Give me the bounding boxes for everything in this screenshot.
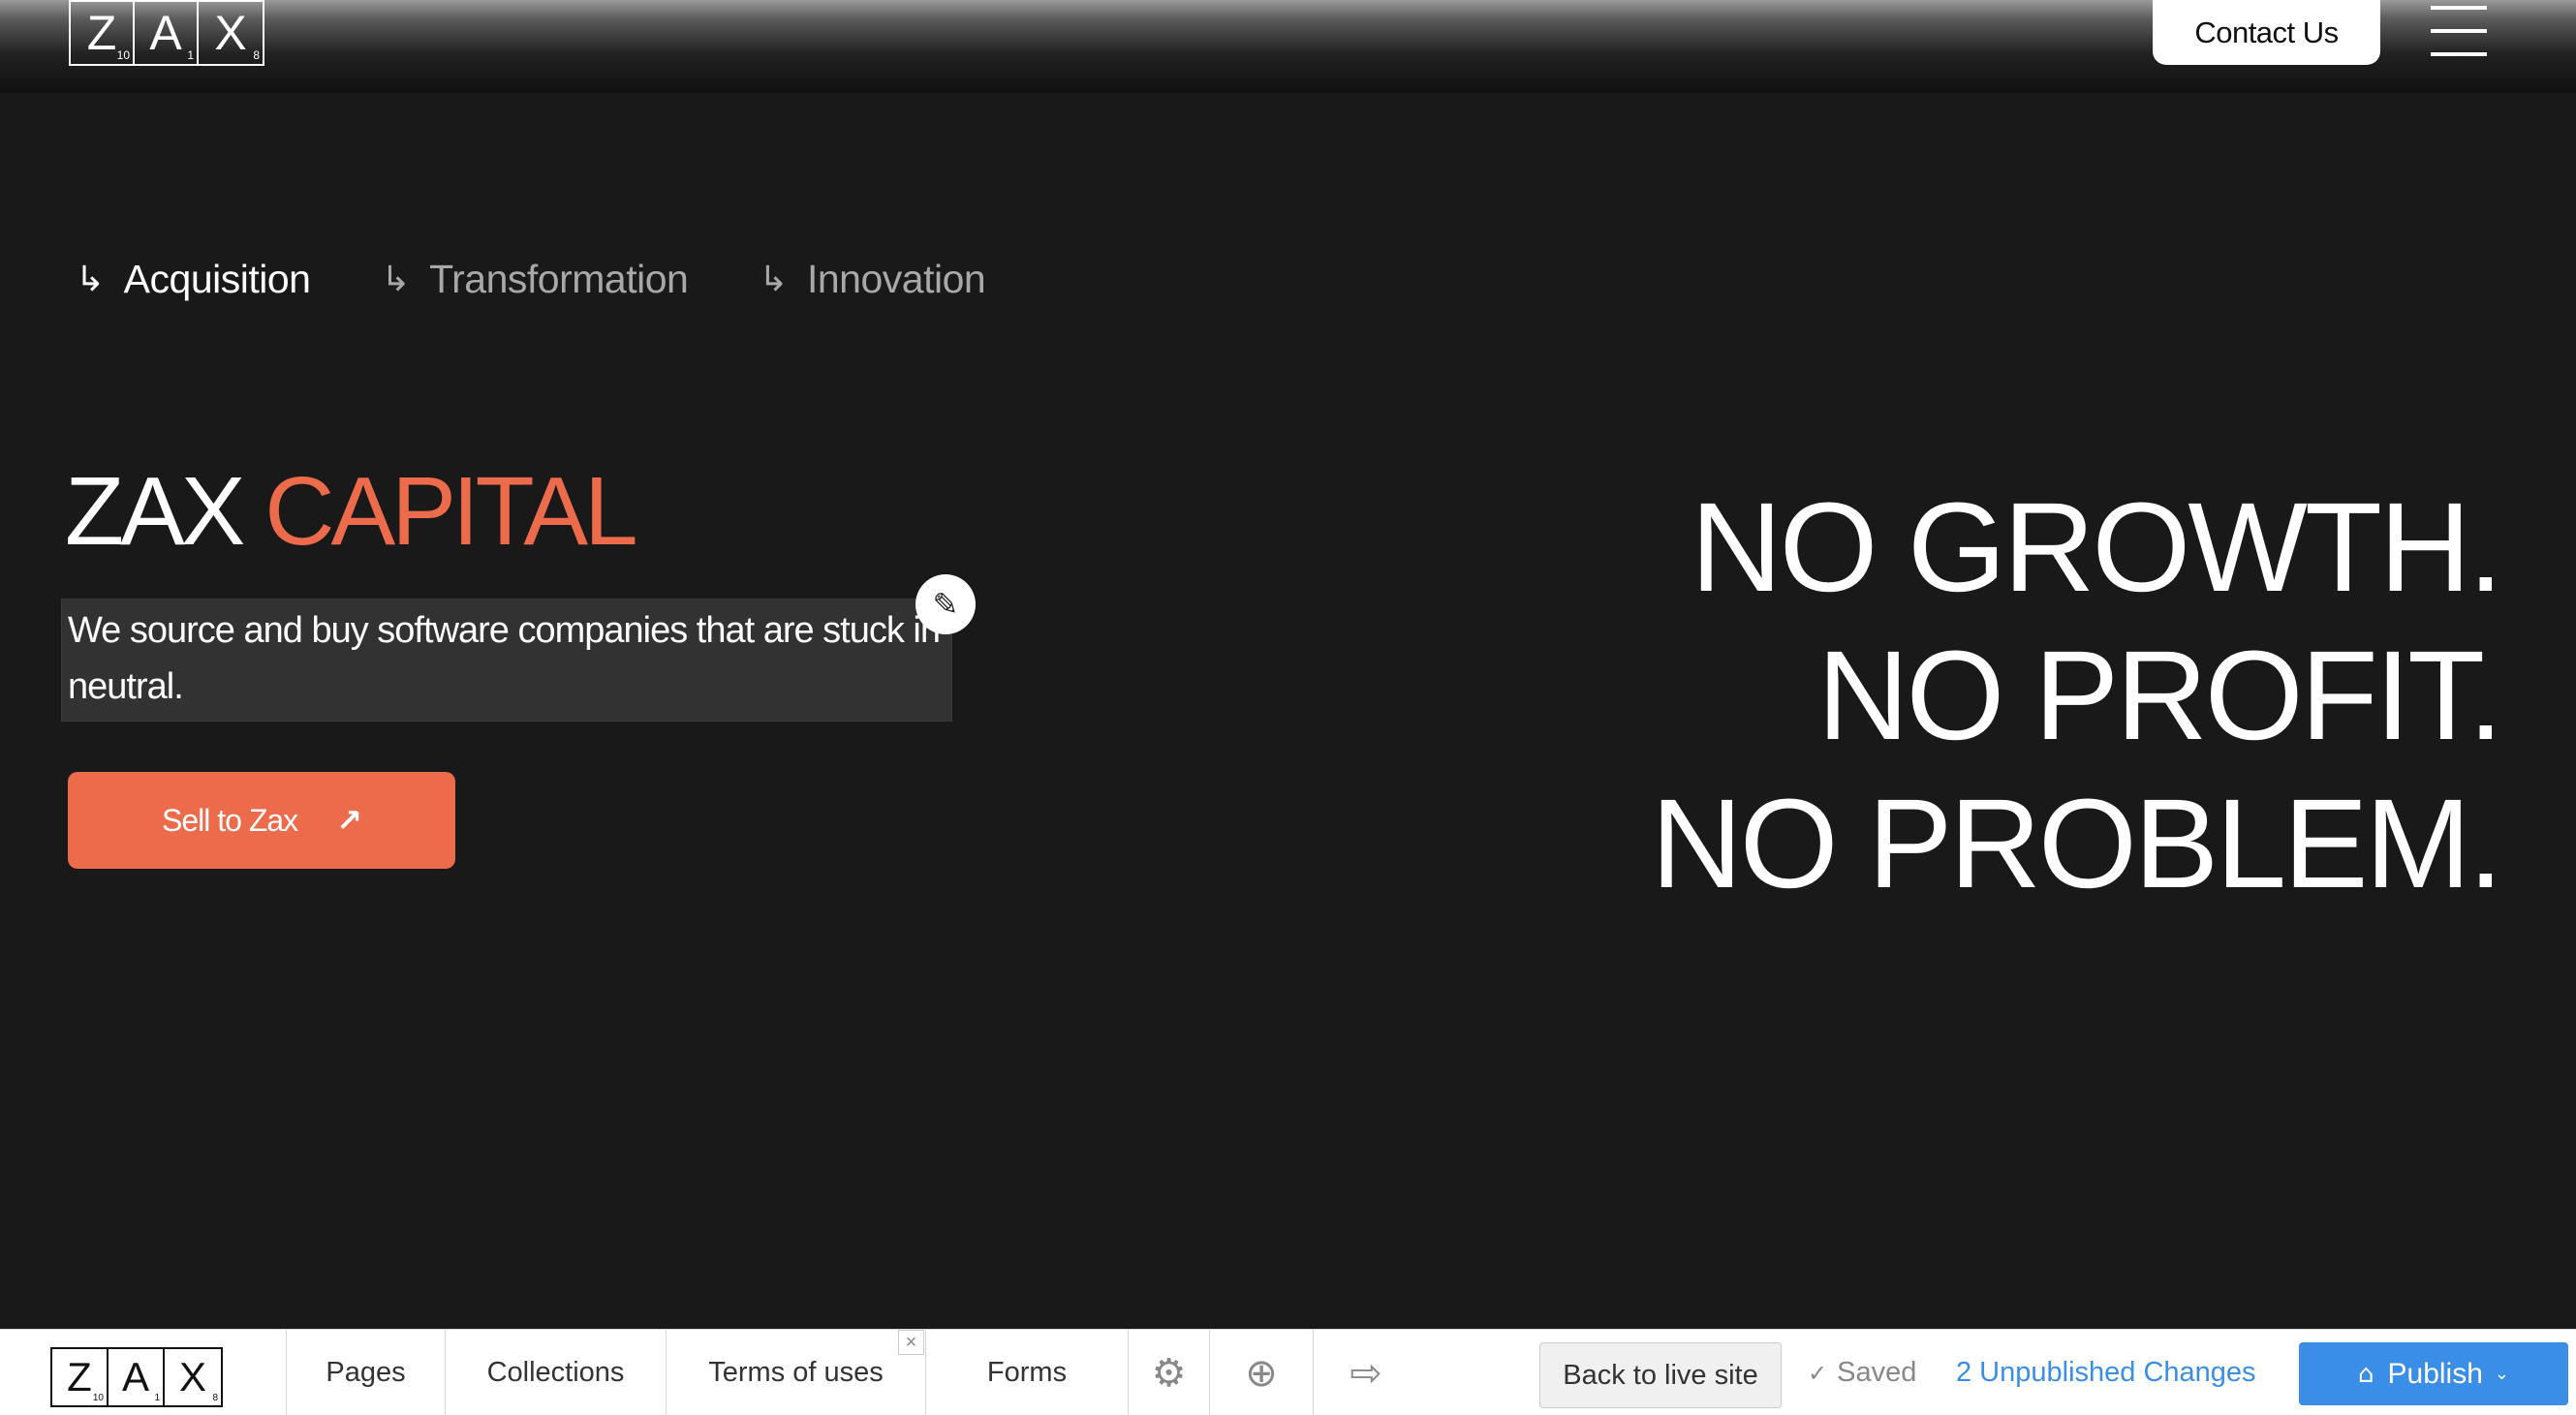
hero-description[interactable]: We source and buy software companies tha…	[68, 602, 941, 715]
logo-number: 10	[116, 48, 130, 62]
slogan-line: NO PROFIT.	[1816, 624, 2503, 766]
logo-number: 8	[212, 1393, 218, 1403]
logo-tile-x: X 8	[165, 1349, 221, 1405]
gear-icon[interactable]: ⚙	[1128, 1330, 1209, 1415]
logo-number: 10	[92, 1393, 104, 1403]
brand-main: ZAX	[65, 457, 245, 566]
pencil-edit-icon[interactable]: ✎	[916, 574, 976, 634]
logo-tile-z: Z 10	[52, 1349, 109, 1405]
slogan: NO GROWTH. NO PROFIT. NO PROBLEM.	[1651, 473, 2503, 917]
check-icon: ✓	[1808, 1359, 1828, 1387]
editor-toolbar: Z 10 A 1 X 8 Pages Collections Terms of …	[0, 1329, 2576, 1415]
topic-transformation[interactable]: ↳ Transformation	[381, 257, 688, 302]
sell-to-zax-button[interactable]: Sell to Zax ↗	[68, 772, 455, 869]
pages-tab[interactable]: Pages	[286, 1330, 445, 1415]
turn-arrow-icon: ↳	[759, 260, 788, 299]
publish-label: Publish	[2387, 1357, 2483, 1390]
cta-label: Sell to Zax	[162, 802, 298, 838]
logo-letter: Z	[86, 6, 117, 60]
logo-tile-x: X 8	[199, 2, 263, 64]
saved-label: Saved	[1837, 1357, 1917, 1388]
rocket-icon: ⌂	[2357, 1359, 2374, 1389]
unpublished-changes-link[interactable]: 2 Unpublished Changes	[1956, 1330, 2256, 1415]
brand-heading: ZAX CAPITAL	[65, 463, 638, 560]
hamburger-menu-icon[interactable]	[2431, 4, 2487, 58]
saved-status: ✓ Saved	[1808, 1330, 1916, 1415]
topic-acquisition[interactable]: ↳ Acquisition	[76, 257, 311, 302]
back-to-live-site-button[interactable]: Back to live site	[1539, 1342, 1782, 1408]
logo-letter: Z	[67, 1354, 92, 1400]
editor-logo[interactable]: Z 10 A 1 X 8	[50, 1347, 223, 1407]
forms-tab[interactable]: Forms	[925, 1330, 1128, 1415]
topic-label: Innovation	[806, 257, 986, 301]
logo-number: 1	[154, 1393, 160, 1403]
close-icon[interactable]: ×	[898, 1330, 924, 1355]
menu-line	[2431, 29, 2487, 33]
menu-line	[2431, 52, 2487, 56]
turn-arrow-icon: ↳	[76, 260, 105, 299]
slogan-line: NO GROWTH.	[1691, 476, 2503, 618]
logo-tile-a: A 1	[109, 1349, 165, 1405]
publish-button[interactable]: ⌂ Publish ⌄	[2299, 1342, 2568, 1405]
chevron-down-icon: ⌄	[2494, 1364, 2509, 1384]
zax-logo[interactable]: Z 10 A 1 X 8	[69, 0, 264, 66]
logout-icon[interactable]: ⇨	[1313, 1330, 1418, 1415]
logo-letter: X	[178, 1354, 206, 1400]
logo-number: 8	[253, 48, 260, 62]
menu-line	[2431, 6, 2487, 10]
logo-tile-z: Z 10	[71, 2, 135, 64]
collections-tab[interactable]: Collections	[445, 1330, 666, 1415]
logo-number: 1	[187, 48, 194, 62]
help-lifebuoy-icon[interactable]: ⊕	[1209, 1330, 1313, 1415]
logo-letter: A	[149, 6, 182, 60]
logo-tile-a: A 1	[135, 2, 199, 64]
logo-letter: X	[214, 6, 247, 60]
topic-innovation[interactable]: ↳ Innovation	[759, 257, 985, 302]
terms-of-uses-tab[interactable]: Terms of uses	[666, 1330, 925, 1415]
site-header: Z 10 A 1 X 8 Contact Us	[0, 0, 2576, 93]
logo-letter: A	[121, 1354, 149, 1400]
topic-label: Transformation	[429, 257, 689, 301]
arrow-up-right-icon: ↗	[336, 802, 362, 839]
contact-us-button[interactable]: Contact Us	[2153, 0, 2380, 65]
turn-arrow-icon: ↳	[381, 260, 411, 299]
topic-nav: ↳ Acquisition ↳ Transformation ↳ Innovat…	[76, 257, 1056, 302]
topic-label: Acquisition	[123, 257, 311, 301]
brand-accent: CAPITAL	[264, 457, 637, 566]
slogan-line: NO PROBLEM.	[1651, 772, 2503, 914]
